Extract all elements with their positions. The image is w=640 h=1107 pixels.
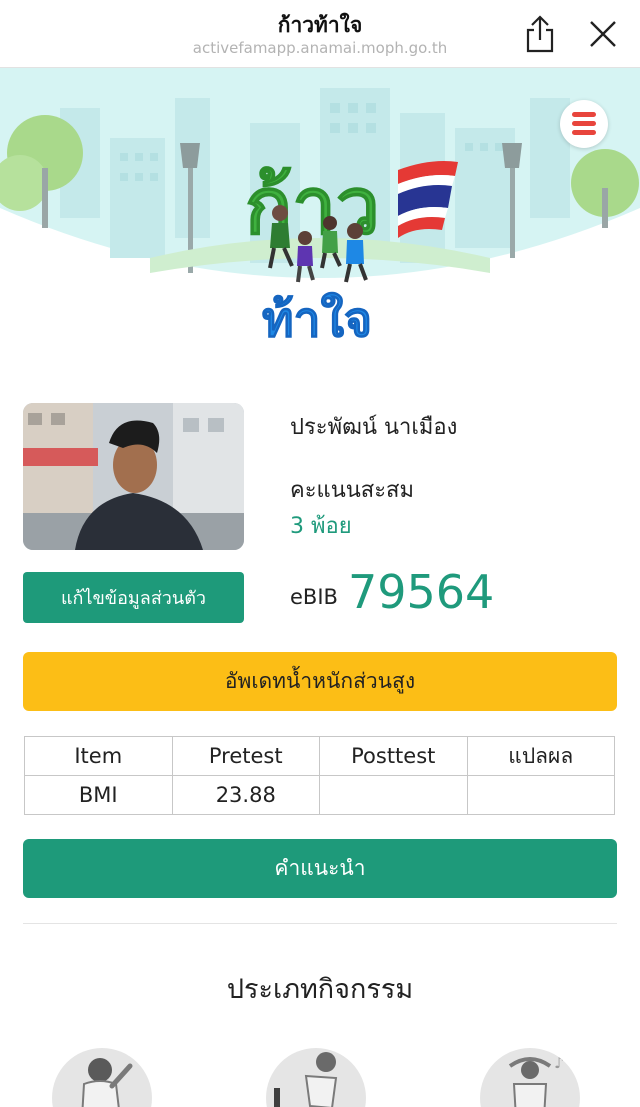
ebib-number: 79564 bbox=[347, 565, 495, 619]
divider bbox=[23, 923, 617, 924]
table-cell bbox=[319, 775, 468, 815]
points-value: 3 พ้อย bbox=[290, 514, 352, 539]
banner-illustration: ก้าว ท้าใจ bbox=[0, 68, 640, 358]
table-header-cell: Pretest bbox=[171, 736, 320, 776]
logo-text-bottom: ท้าใจ bbox=[262, 291, 372, 348]
svg-text:♪: ♪ bbox=[554, 1053, 564, 1072]
table-cell: 23.88 bbox=[171, 775, 320, 815]
advice-button[interactable]: คำแนะนำ bbox=[23, 839, 617, 898]
header-banner: ก้าว ท้าใจ bbox=[0, 68, 640, 358]
table-header-cell: Item bbox=[24, 736, 173, 776]
activity-running-icon[interactable] bbox=[266, 1048, 366, 1107]
browser-top-bar: ก้าวท้าใจ activefamapp.anamai.moph.go.th bbox=[0, 0, 640, 68]
edit-profile-button[interactable]: แก้ไขข้อมูลส่วนตัว bbox=[23, 572, 244, 623]
table-header-cell: Posttest bbox=[319, 736, 468, 776]
ebib-display: eBIB 79564 bbox=[290, 562, 494, 622]
share-icon[interactable] bbox=[522, 14, 558, 54]
menu-button[interactable] bbox=[560, 100, 608, 148]
bmi-results-table: Item Pretest Posttest แปลผล BMI 23.88 bbox=[24, 736, 615, 815]
logo-text-top: ก้าว bbox=[245, 162, 380, 252]
close-icon[interactable] bbox=[583, 16, 623, 52]
activity-aerobic-icon[interactable] bbox=[52, 1048, 152, 1107]
activity-dance-icon[interactable]: ♪ bbox=[480, 1048, 580, 1107]
table-cell: BMI bbox=[24, 775, 173, 815]
profile-photo bbox=[23, 403, 244, 550]
table-cell bbox=[466, 775, 615, 815]
table-row: BMI 23.88 bbox=[24, 775, 615, 815]
table-header-cell: แปลผล bbox=[466, 736, 615, 776]
user-name: ประพัฒน์ นาเมือง bbox=[290, 415, 458, 440]
update-weight-height-button[interactable]: อัพเดทน้ำหนักส่วนสูง bbox=[23, 652, 617, 711]
points-label: คะแนนสะสม bbox=[290, 478, 414, 503]
table-header-row: Item Pretest Posttest แปลผล bbox=[24, 736, 615, 776]
ebib-label: eBIB bbox=[290, 585, 338, 609]
activity-section-title: ประเภทกิจกรรม bbox=[226, 974, 414, 1005]
